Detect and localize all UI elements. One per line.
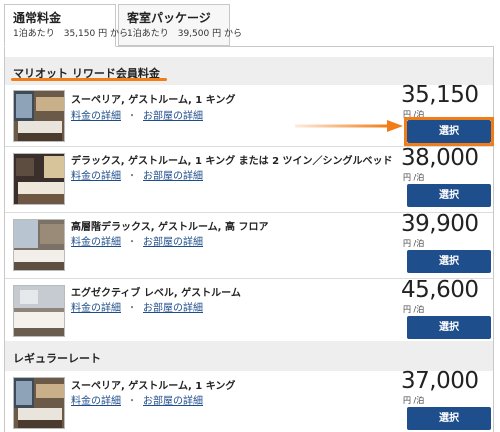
link-separator: ・	[127, 111, 137, 122]
rate-details-link[interactable]: 料金の詳細	[71, 303, 121, 314]
section-header-regular-rate: レギュラーレート	[5, 341, 493, 371]
rate-details-link[interactable]: 料金の詳細	[71, 396, 121, 407]
room-name: デラックス, ゲストルーム, 1 キング または 2 ツイン／シングルベッド	[71, 156, 393, 167]
tab-subtitle: 1泊あたり 35,150 円 から	[13, 29, 128, 39]
room-row: スーペリア, ゲストルーム, 1 キング 料金の詳細・お部屋の詳細 37,000…	[5, 368, 493, 432]
rate-tabs: 通常料金 1泊あたり 35,150 円 から 客室パッケージ 1泊あたり 39,…	[4, 4, 242, 47]
room-photo-icon	[14, 286, 64, 336]
select-button[interactable]: 選択	[407, 250, 491, 273]
room-details-link[interactable]: お部屋の詳細	[143, 171, 203, 182]
rate-details-link[interactable]: 料金の詳細	[71, 111, 121, 122]
room-photo-icon	[14, 220, 64, 270]
room-links: 料金の詳細・お部屋の詳細	[71, 167, 203, 182]
room-row: エグゼクティブ レベル, ゲストルーム 料金の詳細・お部屋の詳細 45,600 …	[5, 277, 493, 345]
room-details-link[interactable]: お部屋の詳細	[143, 396, 203, 407]
room-price: 35,150	[401, 82, 479, 108]
room-details-link[interactable]: お部屋の詳細	[143, 111, 203, 122]
room-price: 39,900	[401, 211, 479, 237]
select-button[interactable]: 選択	[407, 407, 491, 430]
highlight-underline	[11, 78, 167, 81]
room-row: 高層階デラックス, ゲストルーム, 高 フロア 料金の詳細・お部屋の詳細 39,…	[5, 211, 493, 279]
rates-panel: マリオット リワード会員料金 スーペリア, ゲストルーム, 1 キング 料金の詳…	[4, 46, 494, 432]
select-button[interactable]: 選択	[407, 120, 491, 143]
room-links: 料金の詳細・お部屋の詳細	[71, 299, 203, 314]
room-price: 45,600	[401, 277, 479, 303]
tab-title: 通常料金	[13, 11, 62, 25]
room-name: エグゼクティブ レベル, ゲストルーム	[71, 288, 241, 299]
room-thumbnail[interactable]	[13, 219, 65, 271]
select-button[interactable]: 選択	[407, 316, 491, 339]
room-links: 料金の詳細・お部屋の詳細	[71, 233, 203, 248]
room-thumbnail[interactable]	[13, 90, 65, 142]
room-price: 37,000	[401, 368, 479, 394]
rate-details-link[interactable]: 料金の詳細	[71, 237, 121, 248]
room-name: 高層階デラックス, ゲストルーム, 高 フロア	[71, 222, 269, 233]
price-unit: 円 /泊	[403, 305, 425, 314]
price-unit: 円 /泊	[403, 239, 425, 248]
room-photo-icon	[14, 378, 64, 428]
room-links: 料金の詳細・お部屋の詳細	[71, 107, 203, 122]
room-photo-icon	[14, 154, 64, 204]
room-links: 料金の詳細・お部屋の詳細	[71, 392, 203, 407]
room-price: 38,000	[401, 145, 479, 171]
room-details-link[interactable]: お部屋の詳細	[143, 303, 203, 314]
room-thumbnail[interactable]	[13, 285, 65, 337]
room-row: スーペリア, ゲストルーム, 1 キング 料金の詳細・お部屋の詳細 35,150…	[5, 82, 494, 147]
room-thumbnail[interactable]	[13, 377, 65, 429]
link-separator: ・	[127, 303, 137, 314]
room-details-link[interactable]: お部屋の詳細	[143, 237, 203, 248]
room-name: スーペリア, ゲストルーム, 1 キング	[71, 95, 236, 106]
pointer-arrow-icon	[295, 120, 403, 132]
tab-subtitle: 1泊あたり 39,500 円 から	[127, 29, 242, 39]
price-unit: 円 /泊	[403, 173, 425, 182]
room-row: デラックス, ゲストルーム, 1 キング または 2 ツイン／シングルベッド 料…	[5, 145, 493, 213]
link-separator: ・	[127, 237, 137, 248]
link-separator: ・	[127, 396, 137, 407]
tab-standard-rate[interactable]: 通常料金 1泊あたり 35,150 円 から	[4, 4, 128, 47]
link-separator: ・	[127, 171, 137, 182]
rate-details-link[interactable]: 料金の詳細	[71, 171, 121, 182]
tab-room-package[interactable]: 客室パッケージ 1泊あたり 39,500 円 から	[118, 4, 242, 46]
room-thumbnail[interactable]	[13, 153, 65, 205]
room-photo-icon	[14, 91, 64, 141]
tab-title: 客室パッケージ	[127, 11, 211, 25]
room-name: スーペリア, ゲストルーム, 1 キング	[71, 381, 236, 392]
select-button[interactable]: 選択	[407, 184, 491, 207]
price-unit: 円 /泊	[403, 396, 425, 405]
section-title: レギュラーレート	[13, 352, 101, 365]
